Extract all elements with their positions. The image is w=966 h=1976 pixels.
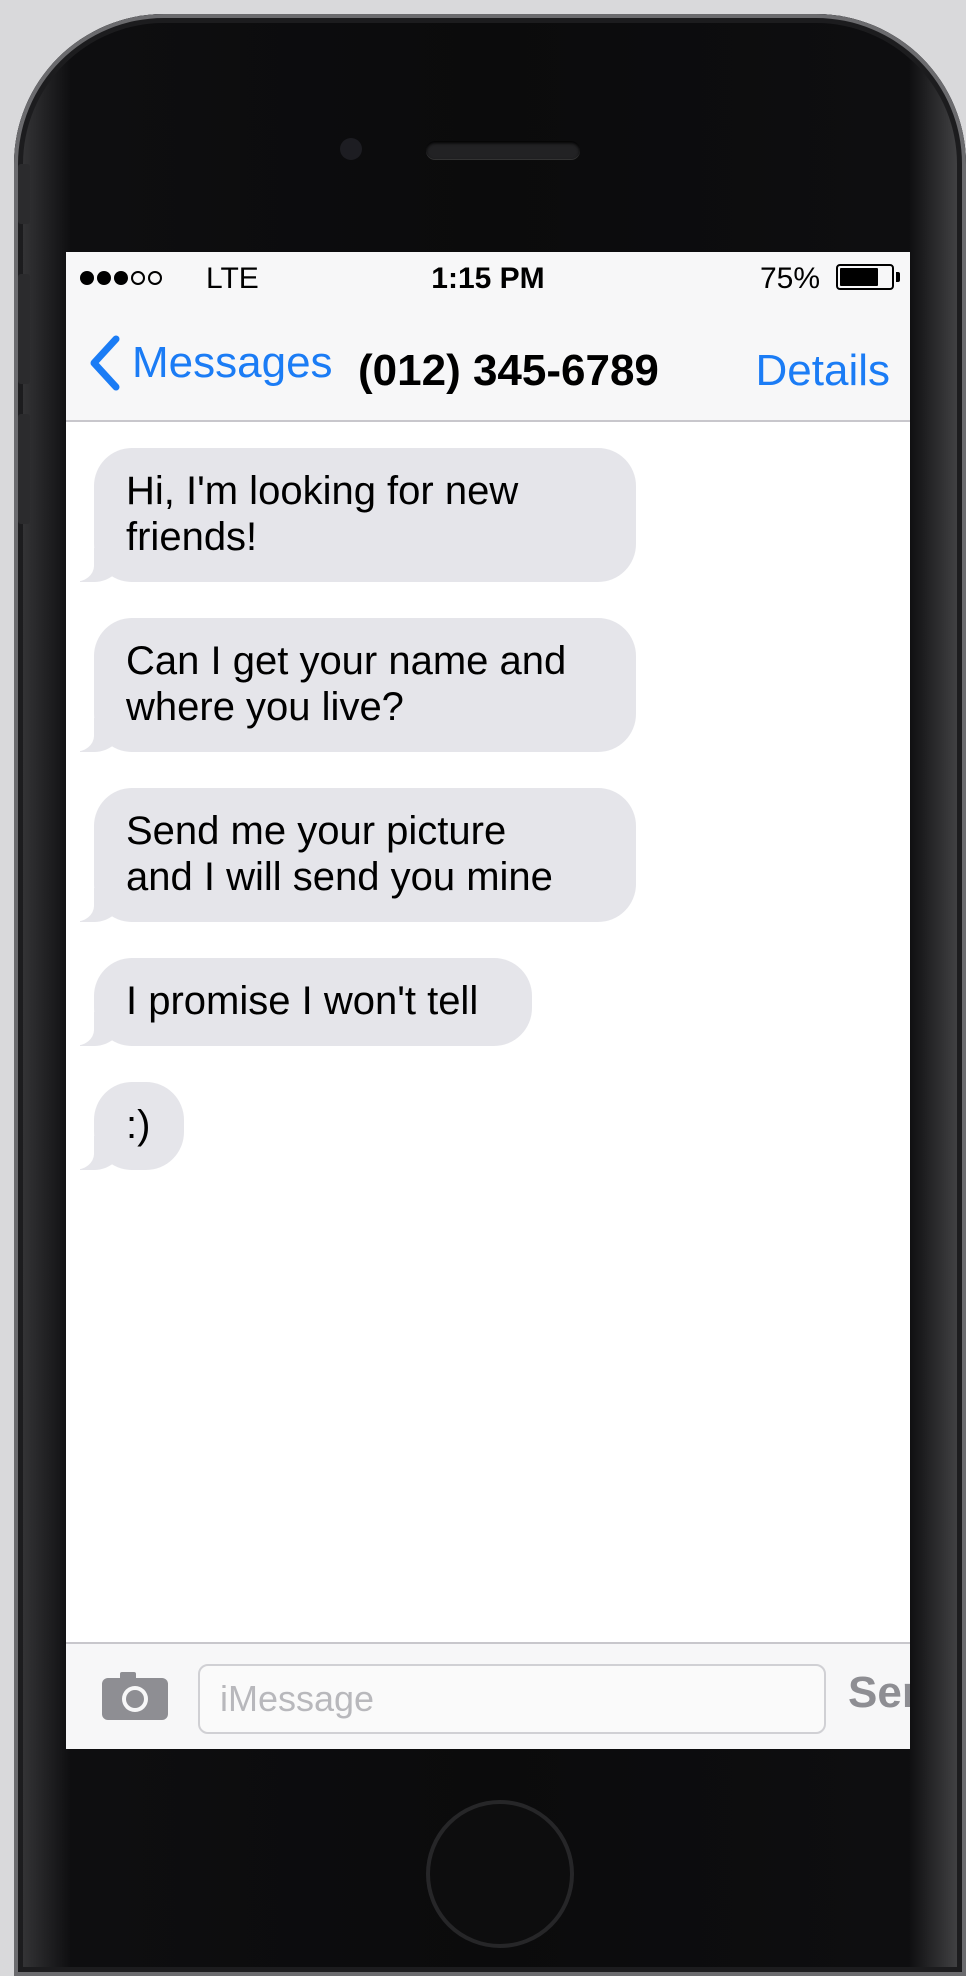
conversation-title: (012) 345-6789 [358,346,659,395]
home-button[interactable] [426,1800,574,1948]
message-text-line: Can I get your name and [126,639,567,683]
message-composer: Send [66,1642,910,1749]
incoming-message-bubble[interactable]: Can I get your name and where you live? [72,618,636,752]
incoming-message-bubble[interactable]: Hi, I'm looking for new friends! [72,448,636,582]
message-text-line: friends! [126,515,258,559]
message-item: Send me your picture and I will send you… [72,788,636,922]
message-text-line: Hi, I'm looking for new [126,469,519,513]
back-button-label: Messages [132,338,333,387]
message-item: Hi, I'm looking for new friends! [72,448,636,582]
back-button[interactable]: Messages [86,328,333,398]
front-camera [340,138,362,160]
navigation-bar: Messages (012) 345-6789 Details [66,302,910,422]
volume-down-button [18,414,30,524]
volume-up-button [18,274,30,384]
message-item: Can I get your name and where you live? [72,618,636,752]
mute-switch [18,164,30,224]
incoming-message-bubble[interactable]: I promise I won't tell [72,958,532,1046]
phone-screen: LTE 1:15 PM 75% Messages (012) 345-6789 … [66,252,910,1749]
battery-level-fill [840,268,878,286]
message-item: I promise I won't tell [72,958,532,1046]
battery-icon [836,264,894,290]
message-text-line: I promise I won't tell [126,979,479,1023]
details-button[interactable]: Details [756,346,891,396]
imessage-input[interactable] [198,1664,826,1734]
message-item: :) [72,1082,184,1170]
battery-terminal [896,272,900,282]
earpiece-speaker [426,141,580,159]
message-thread[interactable]: Hi, I'm looking for new friends! Can I g… [66,422,910,1647]
message-text-line: and I will send you mine [126,855,553,899]
send-button[interactable]: Send [848,1668,910,1718]
message-text-line: :) [126,1103,151,1147]
camera-icon[interactable] [100,1670,170,1722]
chevron-left-icon [90,335,120,391]
incoming-message-bubble[interactable]: :) [72,1082,184,1170]
message-text-line: Send me your picture [126,809,507,853]
status-bar: LTE 1:15 PM 75% [66,252,910,302]
message-text-line: where you live? [126,685,404,729]
battery-percent: 75% [760,262,821,295]
incoming-message-bubble[interactable]: Send me your picture and I will send you… [72,788,636,922]
